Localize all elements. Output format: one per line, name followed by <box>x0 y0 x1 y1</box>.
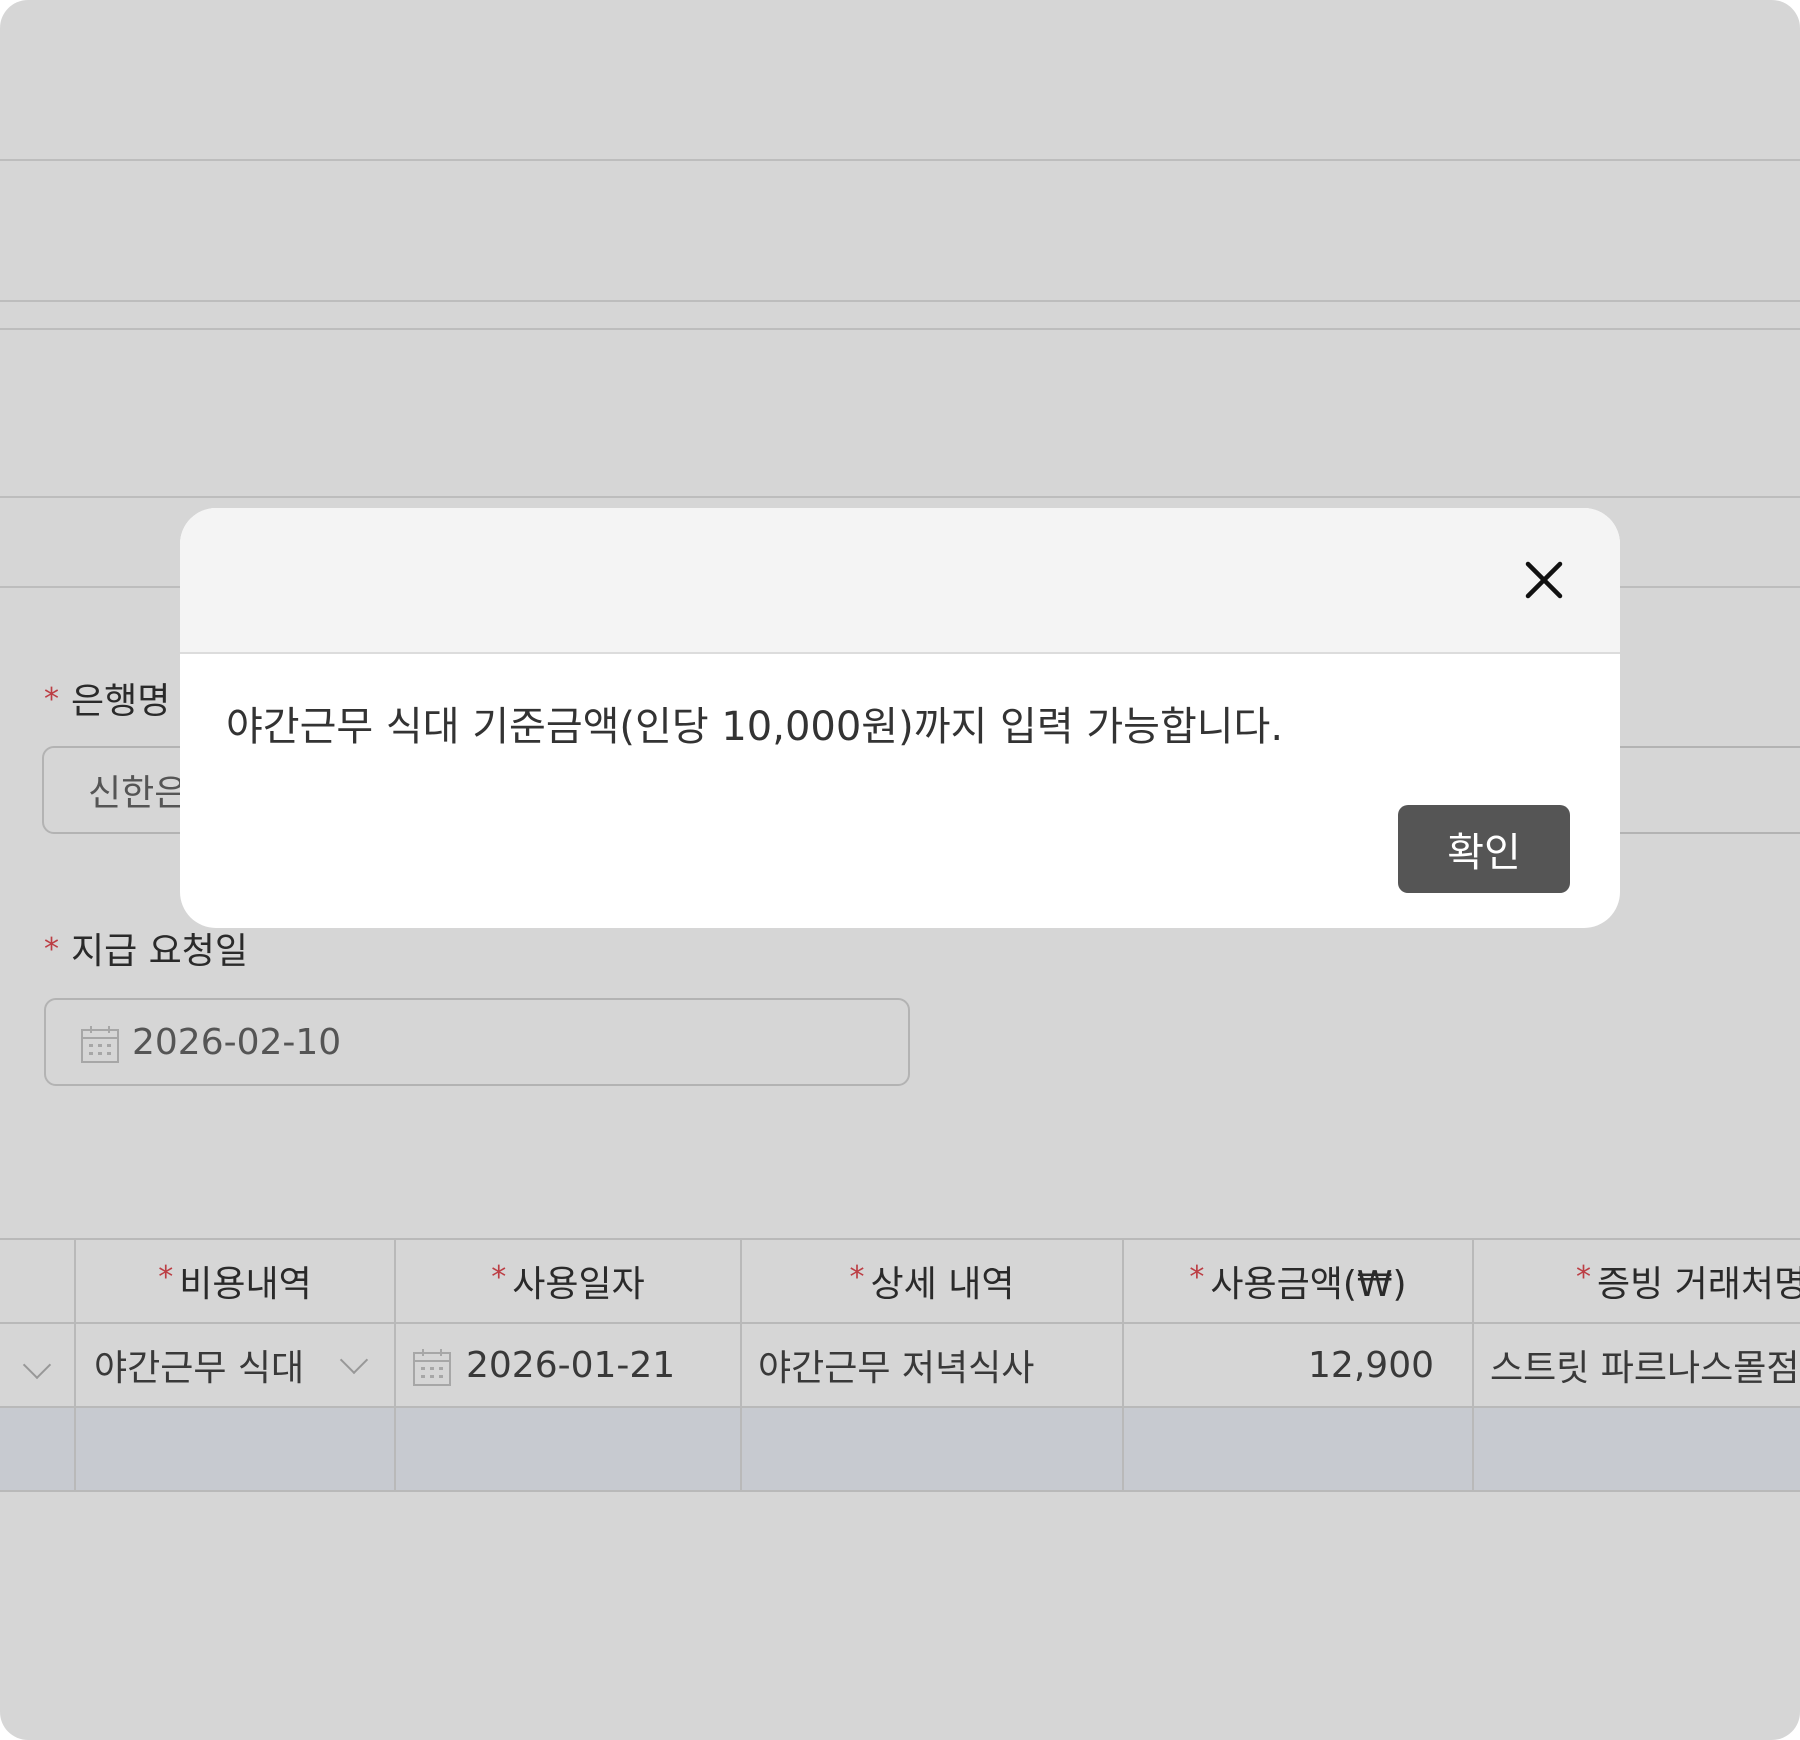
close-icon <box>1525 561 1563 599</box>
alert-dialog: 야간근무 식대 기준금액(인당 10,000원)까지 입력 가능합니다. 확인 <box>180 508 1620 928</box>
dialog-message: 야간근무 식대 기준금액(인당 10,000원)까지 입력 가능합니다. <box>226 704 1284 750</box>
dialog-header <box>180 508 1620 654</box>
confirm-button[interactable]: 확인 <box>1398 805 1570 893</box>
close-button[interactable] <box>1520 556 1568 604</box>
